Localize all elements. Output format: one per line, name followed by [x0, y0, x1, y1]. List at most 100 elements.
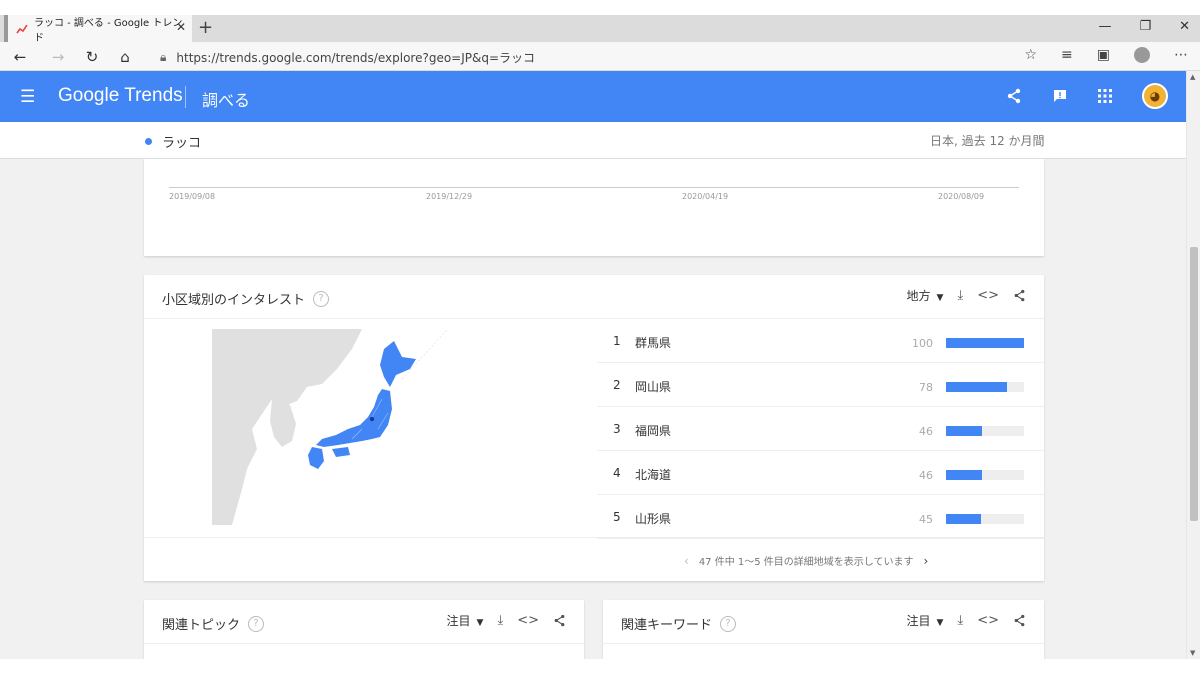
download-icon[interactable]: ⤓	[957, 613, 963, 628]
card-tools: 注目 ▼ ⤓ <>	[447, 612, 566, 629]
dropdown-caret-icon: ▼	[476, 618, 484, 628]
card-title-text: 小区域別のインタレスト	[162, 293, 306, 308]
refresh-icon[interactable]: ↻	[82, 47, 102, 67]
region-rank: 3	[613, 422, 621, 436]
brand-logo[interactable]: Google Trends	[58, 85, 183, 107]
search-term[interactable]: ラッコ	[145, 132, 201, 151]
region-name: 福岡県	[635, 424, 672, 438]
embed-code-icon[interactable]: <>	[977, 613, 999, 628]
address-bar: ← → ↻ ⌂ 🔒︎ https://trends.google.com/tre…	[0, 42, 1200, 71]
forward-arrow-icon[interactable]: →	[48, 47, 68, 67]
region-bar-track	[946, 514, 1024, 524]
scope-label: 日本, 過去 12 か月間	[930, 134, 1045, 148]
region-row[interactable]: 2 岡山県 78	[597, 363, 1044, 407]
tab-title: ラッコ - 調べる - Google トレンド	[33, 17, 183, 44]
next-page-icon[interactable]: ›	[924, 554, 929, 568]
help-icon[interactable]: ?	[720, 615, 737, 632]
related-topics-card: 関連トピック ? 注目 ▼ ⤓ <>	[144, 600, 584, 659]
x-axis-date: 2020/04/19	[682, 192, 729, 201]
interest-by-subregion-card: 小区域別のインタレスト ? 地方 ▼ ⤓ <> 1 群馬県 100 2 岡山県 …	[144, 275, 1044, 581]
region-row[interactable]: 4 北海道 46	[597, 451, 1044, 495]
region-bar-fill	[946, 514, 982, 524]
region-rank: 2	[613, 378, 621, 392]
region-bar-track	[946, 382, 1024, 392]
window-close-icon[interactable]: ✕	[1179, 19, 1190, 34]
minimize-icon[interactable]: —	[1098, 19, 1111, 34]
card-title: 小区域別のインタレスト ?	[162, 289, 330, 308]
resolution-label: 地方	[906, 289, 931, 303]
scroll-down-arrow-icon[interactable]: ▼	[1190, 649, 1195, 657]
browser-tab[interactable]: ラッコ - 調べる - Google トレンド ✕	[4, 15, 192, 44]
region-row[interactable]: 3 福岡県 46	[597, 407, 1044, 451]
back-arrow-icon[interactable]: ←	[10, 47, 30, 67]
scroll-up-arrow-icon[interactable]: ▲	[1190, 73, 1195, 81]
card-tools: 注目 ▼ ⤓ <>	[907, 612, 1026, 629]
lock-icon: 🔒︎	[160, 50, 167, 64]
resolution-dropdown[interactable]: 地方 ▼	[907, 287, 944, 304]
account-avatar[interactable]: ◕	[1142, 83, 1168, 109]
card-title: 関連トピック ?	[162, 614, 265, 633]
collections-icon[interactable]: ▣	[1097, 47, 1110, 63]
restore-icon[interactable]: ❐	[1139, 19, 1151, 34]
menu-icon[interactable]: ☰	[20, 87, 35, 107]
region-bar-track	[946, 426, 1024, 436]
filter-label: 注目	[906, 614, 931, 628]
term-bar: ラッコ 日本, 過去 12 か月間	[0, 122, 1186, 159]
region-bar-track	[946, 470, 1024, 480]
more-options-icon[interactable]: ⋯	[1174, 47, 1188, 63]
help-icon[interactable]: ?	[313, 290, 330, 307]
download-icon[interactable]: ⤓	[497, 613, 503, 628]
tab-close-icon[interactable]: ✕	[176, 20, 186, 34]
favorites-list-icon[interactable]: ≡	[1061, 47, 1073, 63]
region-bar-fill	[946, 426, 982, 436]
share-icon[interactable]	[1006, 88, 1022, 104]
dropdown-caret-icon: ▼	[936, 293, 944, 303]
interest-over-time-card: 2019/09/08 2019/12/29 2020/04/19 2020/08…	[144, 159, 1044, 256]
filter-dropdown[interactable]: 注目 ▼	[447, 612, 484, 629]
feedback-icon[interactable]	[1052, 88, 1068, 104]
share-icon[interactable]	[553, 614, 566, 627]
region-name: 岡山県	[635, 380, 672, 394]
x-axis-date: 2020/08/09	[938, 192, 985, 201]
help-icon[interactable]: ?	[248, 615, 265, 632]
share-icon[interactable]	[1013, 289, 1026, 302]
region-value: 100	[912, 337, 933, 350]
page-scrollbar[interactable]: ▲ ▼	[1186, 71, 1200, 659]
profile-avatar-icon[interactable]	[1134, 47, 1150, 63]
window-controls: — ❐ ✕	[1098, 19, 1190, 34]
region-rank: 1	[613, 334, 621, 348]
scrollbar-thumb[interactable]	[1190, 247, 1198, 521]
browser-tabstrip: ラッコ - 調べる - Google トレンド ✕ + — ❐ ✕	[0, 15, 1200, 44]
region-value: 45	[919, 513, 933, 526]
previous-page-icon[interactable]: ‹	[684, 554, 689, 568]
x-axis-line	[169, 187, 1019, 188]
japan-region-map[interactable]	[212, 329, 450, 525]
new-tab-icon[interactable]: +	[198, 17, 213, 38]
map-highlight-point	[369, 416, 375, 422]
trends-favicon-icon	[16, 24, 28, 33]
embed-code-icon[interactable]: <>	[517, 613, 539, 628]
pagination-text: 47 件中 1～5 件目の詳細地域を表示しています	[698, 557, 914, 568]
app-bar-actions: ◕	[1006, 83, 1168, 109]
download-icon[interactable]: ⤓	[957, 288, 963, 303]
apps-grid-icon[interactable]	[1098, 89, 1112, 103]
term-label: ラッコ	[162, 136, 202, 151]
region-bar-fill	[946, 470, 982, 480]
url-field[interactable]: 🔒︎ https://trends.google.com/trends/expl…	[160, 49, 535, 66]
x-axis-date: 2019/12/29	[426, 192, 473, 201]
card-title-text: 関連キーワード	[621, 618, 713, 633]
region-name: 群馬県	[635, 336, 672, 350]
filter-dropdown[interactable]: 注目 ▼	[907, 612, 944, 629]
region-row[interactable]: 1 群馬県 100	[597, 319, 1044, 363]
dropdown-caret-icon: ▼	[936, 618, 944, 628]
related-queries-card: 関連キーワード ? 注目 ▼ ⤓ <>	[603, 600, 1044, 659]
region-name: 北海道	[635, 468, 672, 482]
home-icon[interactable]: ⌂	[115, 47, 135, 67]
region-row[interactable]: 5 山形県 45	[597, 495, 1044, 539]
share-icon[interactable]	[1013, 614, 1026, 627]
favorite-star-icon[interactable]: ☆	[1024, 47, 1037, 63]
brand-divider	[185, 86, 186, 108]
embed-code-icon[interactable]: <>	[977, 288, 999, 303]
card-footer-divider	[144, 537, 1044, 538]
region-value: 78	[919, 381, 933, 394]
